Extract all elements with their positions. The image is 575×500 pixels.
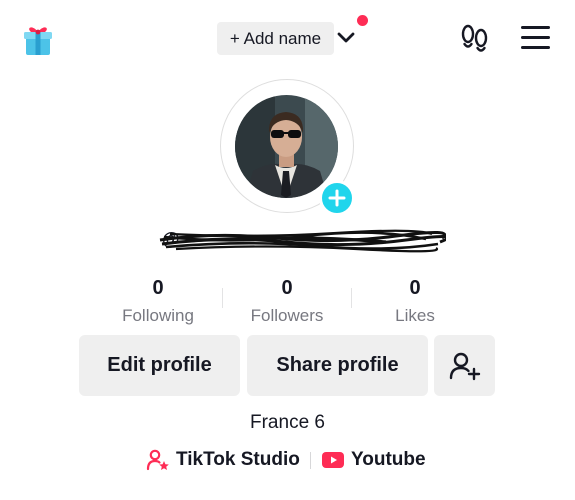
add-name-label: + Add name	[229, 28, 322, 48]
person-star-icon	[146, 449, 169, 471]
gift-box-icon[interactable]	[20, 22, 56, 58]
tiktok-studio-link[interactable]: TikTok Studio	[146, 446, 300, 474]
hamburger-menu-icon[interactable]	[521, 26, 550, 50]
username-scribble	[159, 229, 446, 253]
stat-divider	[351, 288, 352, 308]
add-avatar-button[interactable]	[319, 180, 355, 216]
chevron-down-icon[interactable]	[337, 30, 355, 46]
tiktok-studio-label: TikTok Studio	[176, 449, 300, 470]
footprints-icon[interactable]	[459, 24, 491, 54]
stat-followers-value: 0	[281, 277, 293, 299]
stat-following-label: Following	[122, 306, 194, 325]
stat-likes-label: Likes	[395, 306, 435, 325]
stat-likes-value: 0	[409, 277, 421, 299]
add-user-icon	[449, 352, 480, 380]
stat-followers[interactable]: 0 Followers	[227, 276, 347, 329]
stat-following-value: 0	[152, 277, 164, 299]
plus-icon	[328, 189, 346, 207]
edit-profile-label: Edit profile	[107, 354, 212, 376]
username: @	[156, 224, 446, 256]
add-friend-button[interactable]	[434, 335, 495, 396]
stat-followers-label: Followers	[250, 306, 324, 325]
share-profile-label: Share profile	[276, 354, 399, 376]
youtube-label: Youtube	[351, 449, 426, 470]
stat-following[interactable]: 0 Following	[98, 276, 218, 329]
share-profile-button[interactable]: Share profile	[247, 335, 428, 396]
youtube-icon	[322, 452, 344, 468]
link-divider	[310, 452, 311, 469]
stat-divider	[222, 288, 223, 308]
youtube-link[interactable]: Youtube	[322, 446, 426, 474]
edit-profile-button[interactable]: Edit profile	[79, 335, 240, 396]
stat-likes[interactable]: 0 Likes	[355, 276, 475, 329]
notification-dot	[357, 15, 368, 26]
profile-screen: + Add name @ 0 Following 0 Followers 0 L…	[0, 0, 575, 500]
add-name-button[interactable]: + Add name	[217, 22, 334, 55]
bio-text: France 6	[250, 412, 325, 433]
